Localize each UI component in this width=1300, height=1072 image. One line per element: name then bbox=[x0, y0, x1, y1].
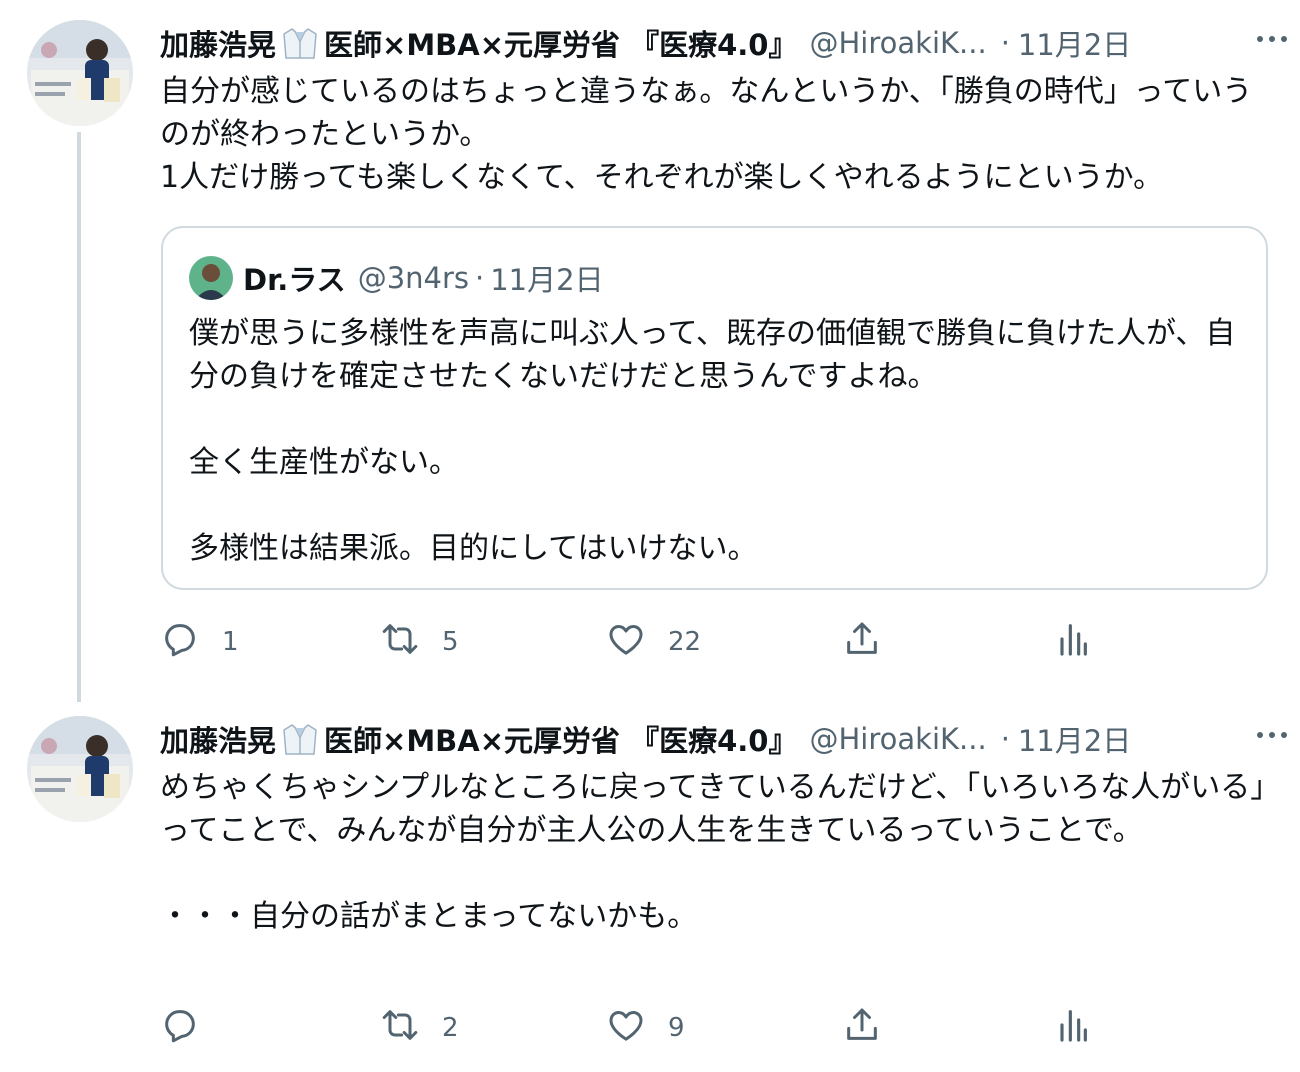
tweet-timestamp[interactable]: 11月2日 bbox=[1018, 22, 1131, 64]
retweet-count: 5 bbox=[442, 627, 459, 657]
reply-icon bbox=[160, 619, 200, 666]
tweet-header: 加藤浩晃 医師×MBA×元厚労省 『医療4.0』 @HiroakiK... · … bbox=[160, 20, 1260, 66]
analytics-button[interactable] bbox=[1052, 620, 1092, 664]
reply-count: 1 bbox=[222, 627, 239, 657]
quoted-avatar bbox=[189, 256, 233, 300]
tweet-actions: 2 9 bbox=[160, 1006, 1270, 1050]
like-count: 9 bbox=[668, 1013, 685, 1043]
reply-icon bbox=[160, 1005, 200, 1052]
analytics-icon bbox=[1052, 1005, 1092, 1052]
like-button[interactable]: 22 bbox=[606, 620, 701, 664]
analytics-icon bbox=[1052, 619, 1092, 666]
retweet-button[interactable]: 5 bbox=[380, 620, 459, 664]
lab-coat-icon bbox=[278, 722, 322, 756]
author-name-part1: 加藤浩晃 bbox=[160, 724, 277, 758]
more-options-icon[interactable] bbox=[1252, 24, 1292, 54]
quoted-timestamp: 11月2日 bbox=[490, 263, 604, 297]
author-handle[interactable]: @HiroakiK... bbox=[810, 26, 987, 60]
author-name-part1: 加藤浩晃 bbox=[160, 28, 277, 62]
more-options-icon[interactable] bbox=[1252, 720, 1292, 750]
separator: · bbox=[1000, 722, 1010, 756]
tweet-text: めちゃくちゃシンプルなところに戻ってきているんだけど、「いろいろな人がいる」って… bbox=[160, 770, 1266, 934]
tweet-thread: 加藤浩晃 医師×MBA×元厚労省 『医療4.0』 @HiroakiK... · … bbox=[0, 0, 1300, 1072]
avatar[interactable] bbox=[27, 716, 133, 822]
share-button[interactable] bbox=[842, 620, 882, 664]
heart-icon bbox=[606, 619, 646, 666]
retweet-icon bbox=[380, 1005, 420, 1052]
quoted-author-handle: @3n4rs bbox=[357, 261, 470, 295]
tweet-timestamp[interactable]: 11月2日 bbox=[1018, 718, 1131, 760]
heart-icon bbox=[606, 1005, 646, 1052]
author-name[interactable]: 加藤浩晃 医師×MBA×元厚労省 『医療4.0』 bbox=[160, 718, 798, 760]
quoted-tweet[interactable]: Dr.ラス @3n4rs · 11月2日 僕が思うに多様性を声高に叫ぶ人って、既… bbox=[161, 226, 1268, 590]
share-icon bbox=[842, 1005, 882, 1052]
like-button[interactable]: 9 bbox=[606, 1006, 685, 1050]
quoted-tweet-header: Dr.ラス @3n4rs · 11月2日 bbox=[189, 256, 604, 300]
tweet[interactable]: 加藤浩晃 医師×MBA×元厚労省 『医療4.0』 @HiroakiK... · … bbox=[0, 0, 1300, 700]
tweet-header: 加藤浩晃 医師×MBA×元厚労省 『医療4.0』 @HiroakiK... · … bbox=[160, 716, 1260, 762]
author-handle[interactable]: @HiroakiK... bbox=[810, 722, 987, 756]
quoted-author-name: Dr.ラス bbox=[243, 263, 346, 297]
like-count: 22 bbox=[668, 627, 702, 657]
quoted-tweet-text: 僕が思うに多様性を声高に叫ぶ人って、既存の価値観で勝負に負けた人が、自分の負けを… bbox=[189, 316, 1236, 566]
avatar[interactable] bbox=[27, 20, 133, 126]
tweet-actions: 1 5 22 bbox=[160, 620, 1270, 664]
separator: · bbox=[475, 261, 485, 295]
reply-button[interactable] bbox=[160, 1006, 222, 1050]
retweet-count: 2 bbox=[442, 1013, 459, 1043]
separator: · bbox=[1000, 26, 1010, 60]
share-button[interactable] bbox=[842, 1006, 882, 1050]
author-name-part2: 医師×MBA×元厚労省 『医療4.0』 bbox=[324, 28, 798, 62]
analytics-button[interactable] bbox=[1052, 1006, 1092, 1050]
tweet-text: 自分が感じているのはちょっと違うなぁ。なんというか、「勝負の時代」っていうのが終… bbox=[160, 74, 1253, 195]
author-name-part2: 医師×MBA×元厚労省 『医療4.0』 bbox=[324, 724, 798, 758]
retweet-icon bbox=[380, 619, 420, 666]
share-icon bbox=[842, 619, 882, 666]
tweet[interactable]: 加藤浩晃 医師×MBA×元厚労省 『医療4.0』 @HiroakiK... · … bbox=[0, 700, 1300, 1072]
lab-coat-icon bbox=[278, 26, 322, 60]
author-name[interactable]: 加藤浩晃 医師×MBA×元厚労省 『医療4.0』 bbox=[160, 22, 798, 64]
reply-button[interactable]: 1 bbox=[160, 620, 239, 664]
retweet-button[interactable]: 2 bbox=[380, 1006, 459, 1050]
